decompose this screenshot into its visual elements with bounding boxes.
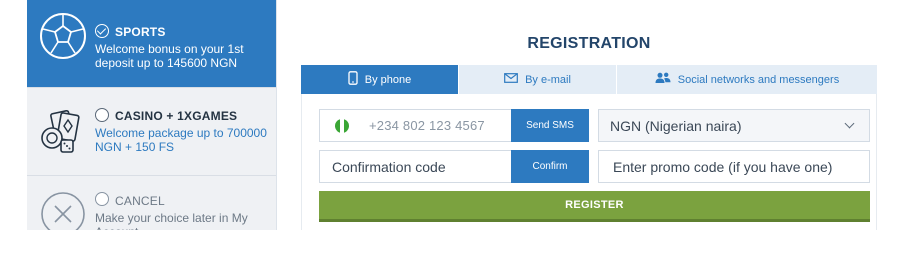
bonus-option-casino[interactable]: CASINO + 1XGAMES Welcome package up to 7… <box>27 88 276 176</box>
bonus-description-casino: Welcome package up to 700000 NGN + 150 F… <box>95 126 267 154</box>
bonus-title-sports: SPORTS <box>115 25 166 39</box>
bonus-title-cancel: CANCEL <box>115 194 165 208</box>
tab-by-phone[interactable]: By phone <box>301 65 459 94</box>
checkmark-icon <box>96 25 107 35</box>
tab-by-phone-label: By phone <box>364 73 412 86</box>
confirmation-code-placeholder: Confirmation code <box>332 158 446 175</box>
close-circle-icon <box>39 190 87 230</box>
tab-by-email-label: By e-mail <box>525 73 571 86</box>
envelope-icon <box>504 73 525 86</box>
send-sms-button[interactable]: Send SMS <box>511 109 589 142</box>
bonus-radio-sports[interactable] <box>95 24 109 38</box>
tab-social-networks-label: Social networks and messengers <box>677 73 840 86</box>
promo-code-field[interactable]: Enter promo code (if you have one) <box>598 150 870 183</box>
bonus-option-sports[interactable]: SPORTS Welcome bonus on your 1st deposit… <box>27 0 276 88</box>
bonus-description-sports: Welcome bonus on your 1st deposit up to … <box>95 42 244 70</box>
bonus-title-casino: CASINO + 1XGAMES <box>115 109 238 123</box>
phone-icon <box>348 71 365 88</box>
bonus-radio-cancel[interactable] <box>95 192 109 206</box>
page-bottom-edge <box>0 230 902 266</box>
chevron-down-icon <box>844 118 855 129</box>
register-button[interactable]: REGISTER <box>319 191 870 222</box>
registration-tabs: By phone By e-mail Social networks and m… <box>301 65 877 94</box>
promo-code-placeholder: Enter promo code (if you have one) <box>613 158 833 175</box>
phone-number-placeholder: +234 802 123 4567 <box>369 118 485 133</box>
bonus-option-cancel[interactable]: CANCEL Make your choice later in My Acco… <box>27 176 276 230</box>
tab-social-networks[interactable]: Social networks and messengers <box>617 65 877 94</box>
bonus-selection-panel: SPORTS Welcome bonus on your 1st deposit… <box>27 0 277 230</box>
users-icon <box>655 72 678 87</box>
casino-cards-chips-icon <box>39 108 87 156</box>
tab-by-email[interactable]: By e-mail <box>459 65 617 94</box>
currency-select[interactable]: NGN (Nigerian naira) <box>598 109 870 142</box>
currency-value: NGN (Nigerian naira) <box>610 117 742 134</box>
soccer-ball-icon <box>39 12 87 60</box>
registration-form: REGISTRATION By phone By e-mail Social n… <box>301 0 877 266</box>
confirm-button[interactable]: Confirm <box>511 150 589 183</box>
bonus-radio-casino[interactable] <box>95 108 109 122</box>
registration-title: REGISTRATION <box>527 35 651 52</box>
bonus-description-cancel: Make your choice later in My Account <box>95 211 248 230</box>
nigeria-flag-icon <box>335 118 349 133</box>
